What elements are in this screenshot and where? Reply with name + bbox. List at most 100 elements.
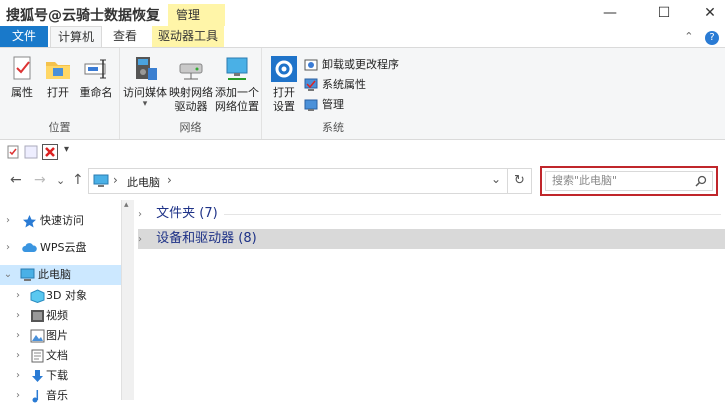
properties-icon xyxy=(7,54,37,84)
nav-item-music[interactable]: › 音乐 xyxy=(0,386,121,406)
qat-properties-icon[interactable] xyxy=(6,145,20,159)
navigation-pane: › 快速访问 › WPS云盘 ⌄ 此电脑 › 3D 对象 › 视频 › 图片 ›… xyxy=(0,200,134,403)
cube-icon xyxy=(30,289,45,304)
cloud-icon xyxy=(22,241,37,255)
nav-item-wps-cloud[interactable]: › WPS云盘 xyxy=(0,238,121,258)
music-note-icon xyxy=(30,389,45,403)
chevron-right-icon[interactable]: › xyxy=(2,238,14,258)
address-location[interactable]: 此电脑 xyxy=(127,174,160,190)
chevron-right-icon[interactable]: › xyxy=(12,306,24,326)
address-bar[interactable]: › 此电脑 › ⌄ xyxy=(88,168,508,194)
rename-button[interactable]: 重命名 xyxy=(76,54,116,100)
properties-label: 属性 xyxy=(11,86,33,99)
nav-label-downloads: 下载 xyxy=(46,369,68,382)
uninstall-programs-item[interactable]: 卸载或更改程序 xyxy=(304,56,399,74)
nav-label-pictures: 图片 xyxy=(46,329,68,342)
quick-access-toolbar: ▾ xyxy=(0,141,725,163)
open-button[interactable]: 打开 xyxy=(38,54,78,100)
tab-file[interactable]: 文件 xyxy=(0,26,48,47)
document-icon xyxy=(30,349,45,363)
close-button[interactable]: ✕ xyxy=(687,0,725,26)
chevron-right-icon[interactable]: › xyxy=(12,346,24,366)
nav-label-documents: 文档 xyxy=(46,349,68,362)
collapse-ribbon-icon[interactable]: ⌃ xyxy=(684,30,693,43)
tab-view[interactable]: 查看 xyxy=(104,26,146,47)
nav-item-documents[interactable]: › 文档 xyxy=(0,346,121,366)
up-arrow-icon[interactable]: ↑ xyxy=(72,172,84,188)
address-trail-separator[interactable]: › xyxy=(167,173,172,187)
qat-delete-icon[interactable] xyxy=(42,144,58,160)
chevron-right-icon[interactable]: › xyxy=(12,366,24,386)
chevron-right-icon[interactable]: › xyxy=(12,286,24,306)
group-chevron-icon: › xyxy=(138,209,142,220)
chevron-down-icon[interactable]: ⌄ xyxy=(2,265,14,285)
tab-drive-tools[interactable]: 驱动器工具 xyxy=(152,26,224,47)
group-location-label: 位置 xyxy=(48,121,71,134)
group-header-devices[interactable]: › 设备和驱动器 (8) xyxy=(138,229,257,249)
nav-label-music: 音乐 xyxy=(46,389,68,402)
ribbon-tabs: 文件 计算机 查看 驱动器工具 ⌃ ? xyxy=(0,26,725,48)
qat-blank-icon[interactable] xyxy=(24,145,38,159)
nav-item-pictures[interactable]: › 图片 xyxy=(0,326,121,346)
help-icon[interactable]: ? xyxy=(705,31,719,45)
access-media-button[interactable]: 访问媒体 ▾ xyxy=(122,54,168,109)
group-location: 属性 打开 重命名 位置 xyxy=(0,48,120,139)
minimize-button[interactable]: — xyxy=(587,0,633,26)
rename-label: 重命名 xyxy=(79,86,113,99)
download-arrow-icon xyxy=(30,369,45,383)
system-properties-icon xyxy=(304,78,318,92)
system-properties-item[interactable]: 系统属性 xyxy=(304,76,366,94)
group-header-folders[interactable]: › 文件夹 (7) xyxy=(138,204,218,224)
nav-label-wps-cloud: WPS云盘 xyxy=(40,241,87,254)
network-drive-icon xyxy=(176,54,206,84)
forward-arrow-icon[interactable]: → xyxy=(34,172,46,188)
tab-computer[interactable]: 计算机 xyxy=(50,26,102,48)
nav-label-videos: 视频 xyxy=(46,309,68,322)
manage-item[interactable]: 管理 xyxy=(304,96,344,114)
nav-item-quick-access[interactable]: › 快速访问 xyxy=(0,211,121,231)
star-icon xyxy=(22,214,37,228)
media-icon xyxy=(130,54,160,84)
map-drive-button[interactable]: 映射网络 驱动器 xyxy=(168,54,214,114)
nav-item-this-pc[interactable]: ⌄ 此电脑 xyxy=(0,265,121,285)
nav-item-downloads[interactable]: › 下载 xyxy=(0,366,121,386)
map-drive-label: 映射网络 驱动器 xyxy=(169,86,213,113)
folder-open-icon xyxy=(43,54,73,84)
address-dropdown-icon[interactable]: ⌄ xyxy=(491,172,501,186)
refresh-icon[interactable]: ↻ xyxy=(508,168,532,194)
back-arrow-icon[interactable]: ← xyxy=(10,172,22,188)
chevron-right-icon[interactable]: › xyxy=(12,386,24,406)
open-settings-button[interactable]: 打开 设置 xyxy=(264,54,304,114)
ribbon: 属性 打开 重命名 位置 访问媒体 ▾ 映射网络 驱动器 添加一个 网络位置 网… xyxy=(0,47,725,140)
watermark-text: 搜狐号@云骑士数据恢复 xyxy=(6,8,160,24)
qat-dropdown-icon[interactable]: ▾ xyxy=(64,144,69,155)
context-tab-manage[interactable]: 管理 xyxy=(168,4,225,26)
search-input[interactable]: 搜索"此电脑" xyxy=(545,171,713,191)
chevron-right-icon[interactable]: › xyxy=(2,211,14,231)
content-pane: › 文件夹 (7) › 设备和驱动器 (8) xyxy=(134,200,725,400)
maximize-button[interactable]: ☐ xyxy=(641,0,687,26)
system-properties-label: 系统属性 xyxy=(322,78,366,91)
group-network-label: 网络 xyxy=(179,121,202,134)
recent-locations-icon[interactable]: ⌄ xyxy=(56,174,65,187)
search-highlight-frame: 搜索"此电脑" xyxy=(540,166,718,196)
ribbon-extras: ⌃ ? xyxy=(684,30,719,45)
nav-scrollbar[interactable]: ▴ xyxy=(121,200,134,400)
address-separator[interactable]: › xyxy=(113,173,118,187)
chevron-right-icon[interactable]: › xyxy=(12,326,24,346)
title-bar: 搜狐号@云骑士数据恢复 管理 — ☐ ✕ xyxy=(0,0,725,26)
group-system: 打开 设置 卸载或更改程序 系统属性 管理 系统 xyxy=(262,48,404,139)
video-icon xyxy=(30,309,45,323)
search-icon xyxy=(695,175,707,187)
nav-item-3d-objects[interactable]: › 3D 对象 xyxy=(0,286,121,306)
nav-item-videos[interactable]: › 视频 xyxy=(0,306,121,326)
scroll-up-icon[interactable]: ▴ xyxy=(124,200,129,210)
manage-icon xyxy=(304,98,318,112)
uninstall-icon xyxy=(304,58,318,72)
nav-label-this-pc: 此电脑 xyxy=(38,268,71,281)
computer-icon xyxy=(93,174,109,188)
properties-button[interactable]: 属性 xyxy=(2,54,42,100)
add-network-location-button[interactable]: 添加一个 网络位置 xyxy=(214,54,260,114)
picture-icon xyxy=(30,329,45,343)
group-network: 访问媒体 ▾ 映射网络 驱动器 添加一个 网络位置 网络 xyxy=(120,48,262,139)
